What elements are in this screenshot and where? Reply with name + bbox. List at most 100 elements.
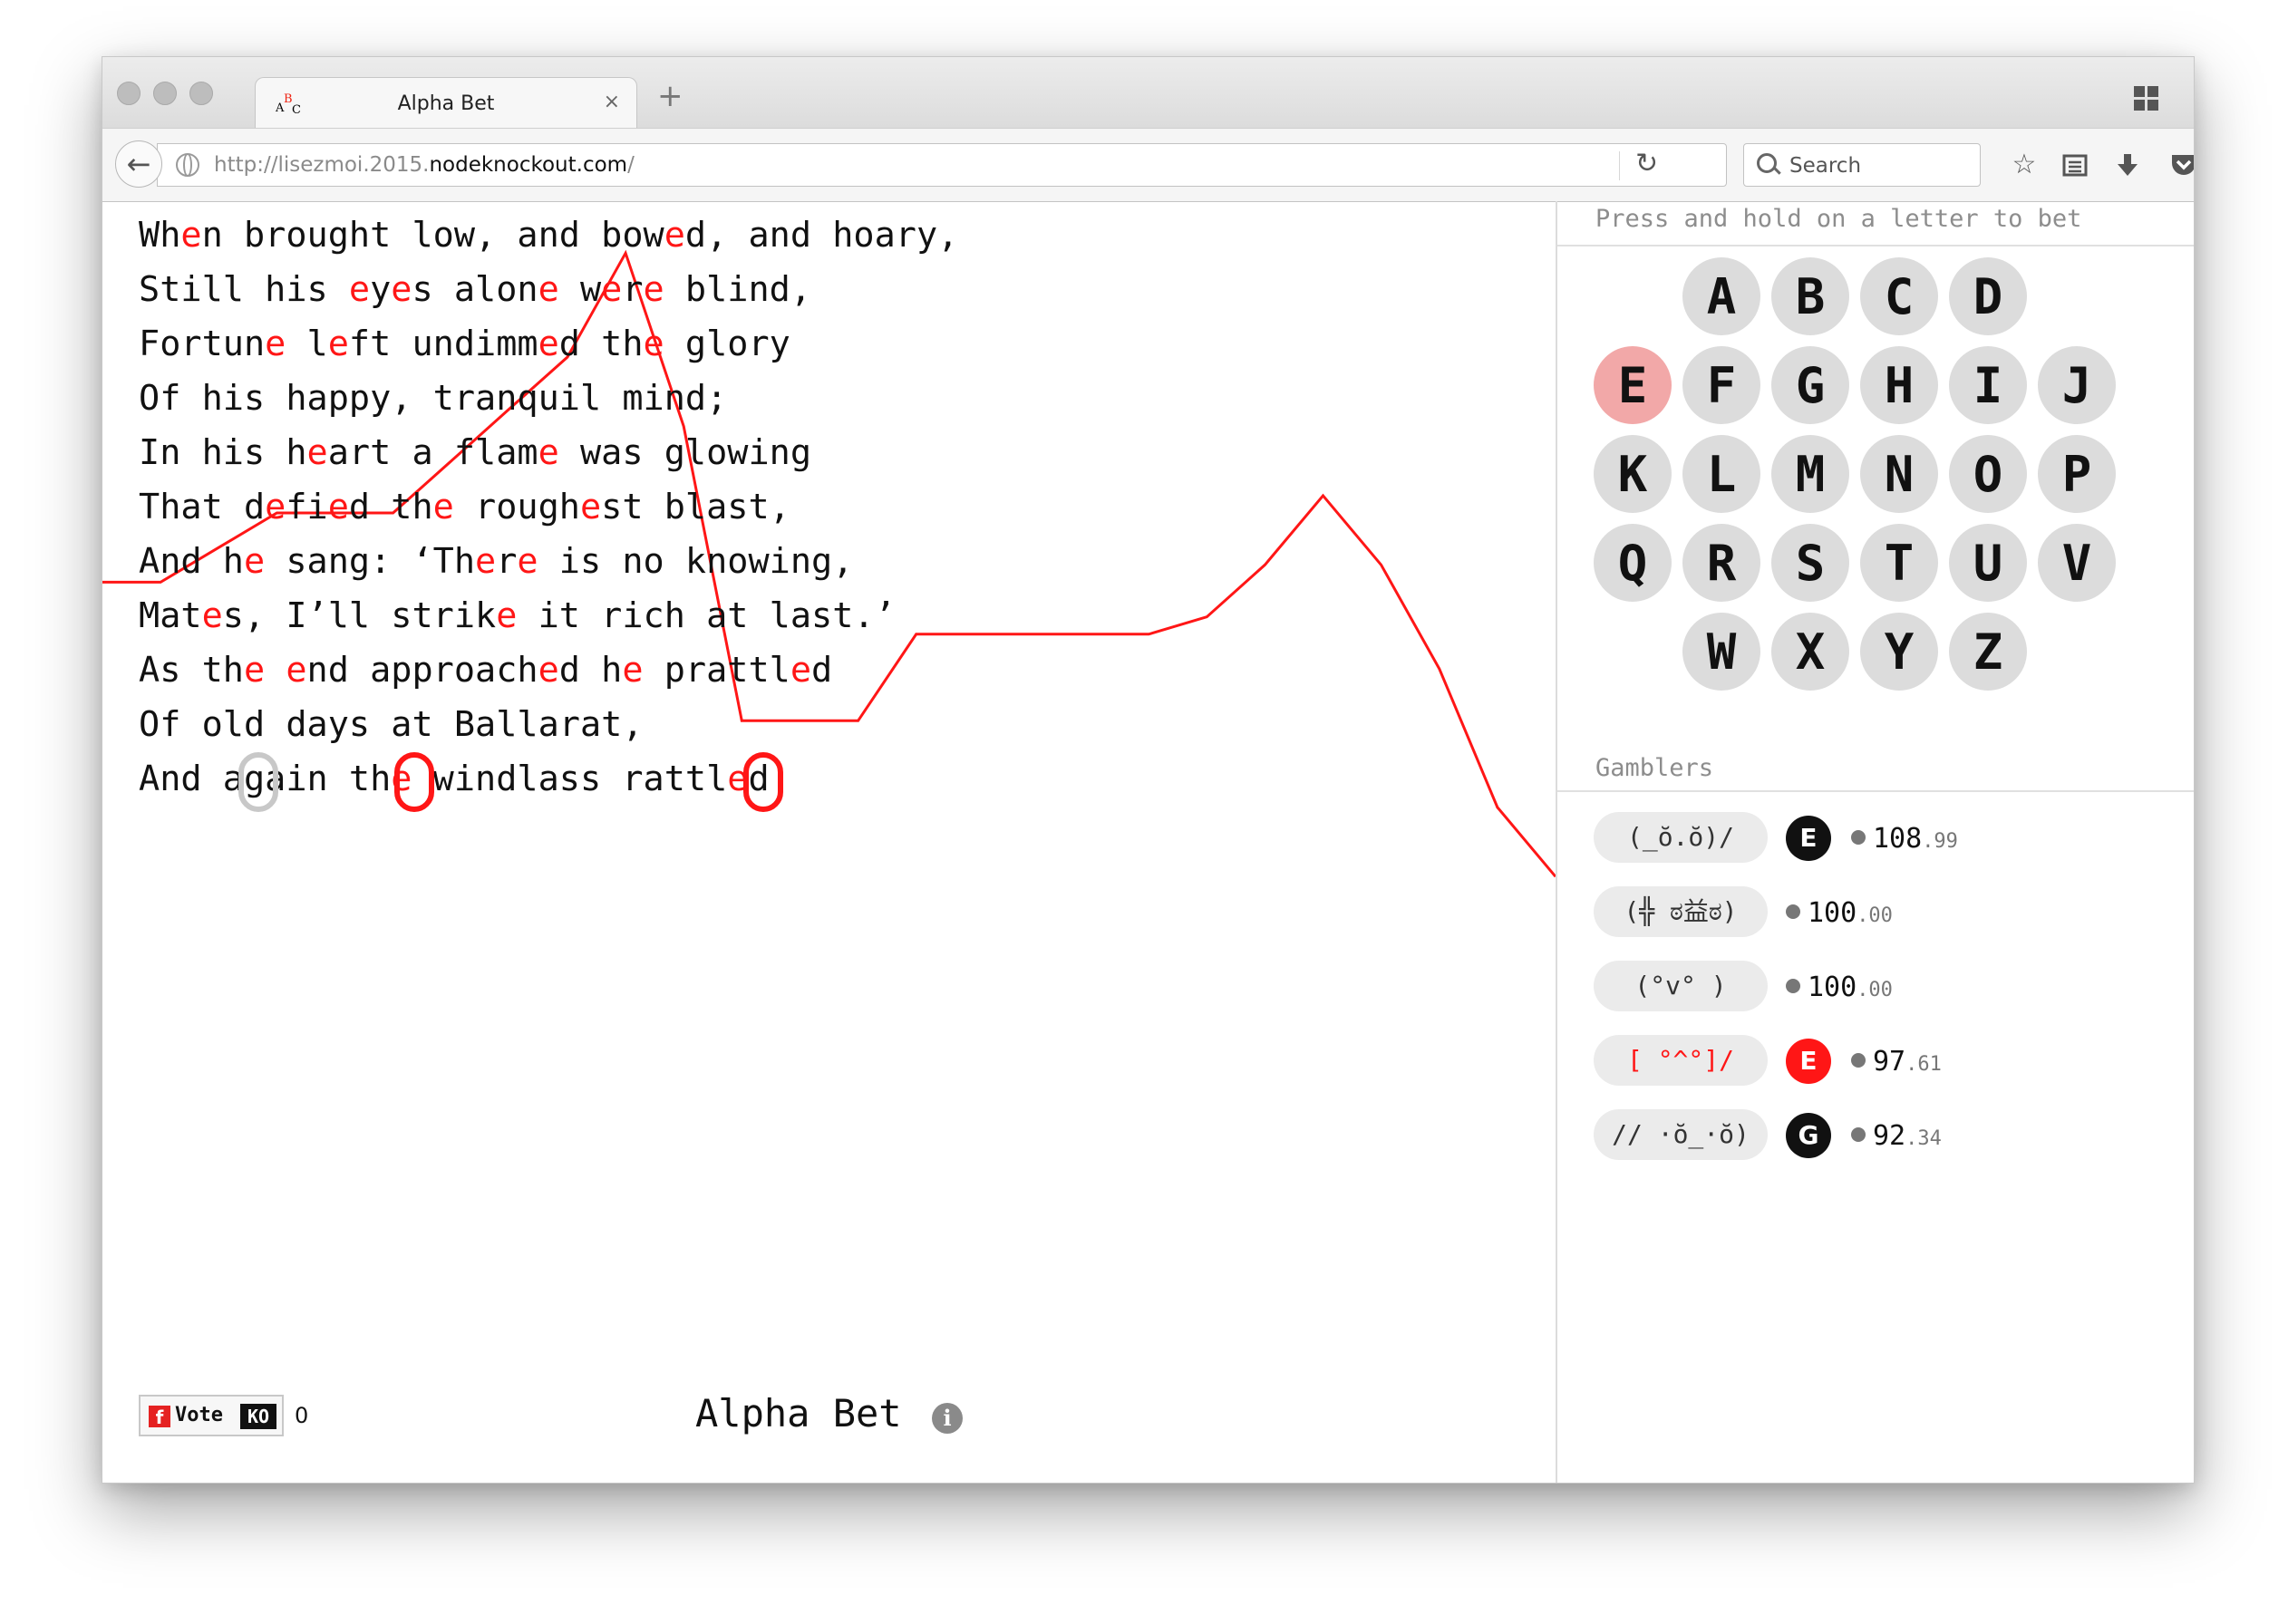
letter-button-f[interactable]: F bbox=[1682, 346, 1760, 424]
score-decimals: .00 bbox=[1857, 904, 1893, 927]
page-content: When brought low, and bowed, and hoary, S… bbox=[102, 201, 2194, 1483]
bookmark-star-icon[interactable]: ☆ bbox=[2006, 145, 2042, 185]
score-integer: 100 bbox=[1808, 972, 1857, 1003]
ko-badge: KO bbox=[240, 1404, 276, 1429]
coin-icon bbox=[1786, 979, 1800, 993]
facebook-icon: f bbox=[149, 1406, 170, 1428]
coin-icon bbox=[1851, 830, 1866, 845]
letter-button-j[interactable]: J bbox=[2038, 346, 2116, 424]
letter-button-x[interactable]: X bbox=[1771, 613, 1849, 691]
score-decimals: .99 bbox=[1922, 830, 1958, 853]
search-input[interactable]: Search bbox=[1743, 143, 1981, 187]
letter-button-h[interactable]: H bbox=[1860, 346, 1938, 424]
match-ring bbox=[743, 752, 783, 812]
gambler-avatar: (°v° ) bbox=[1594, 961, 1768, 1011]
letter-button-k[interactable]: K bbox=[1594, 435, 1672, 513]
gambler-bet-badge: G bbox=[1786, 1113, 1831, 1158]
gambler-avatar: (╬ ಠ益ಠ) bbox=[1594, 886, 1768, 937]
letter-button-s[interactable]: S bbox=[1771, 524, 1849, 602]
letter-button-g[interactable]: G bbox=[1771, 346, 1849, 424]
gamblers-title: Gamblers bbox=[1557, 745, 2194, 792]
zoom-window-button[interactable] bbox=[189, 82, 213, 105]
poem-line: As the end approached he prattled bbox=[139, 650, 833, 691]
letter-button-b[interactable]: B bbox=[1771, 257, 1849, 335]
navigation-bar: http://lisezmoi.2015.nodeknockout.com/ ↻… bbox=[102, 128, 2194, 202]
match-ring bbox=[394, 752, 434, 812]
gambler-score: 100.00 bbox=[1786, 972, 1893, 1003]
letter-button-i[interactable]: I bbox=[1949, 346, 2027, 424]
url-bar[interactable]: http://lisezmoi.2015.nodeknockout.com/ ↻ bbox=[157, 143, 1727, 187]
letter-button-o[interactable]: O bbox=[1949, 435, 2027, 513]
gambler-row: // ·ŏ_·ŏ) G 92.34 bbox=[1594, 1109, 2174, 1164]
poem-pane: When brought low, and bowed, and hoary, S… bbox=[102, 201, 1556, 1483]
gambler-avatar: (_ŏ.ŏ)/ bbox=[1594, 812, 1768, 863]
letter-button-y[interactable]: Y bbox=[1860, 613, 1938, 691]
letter-button-z[interactable]: Z bbox=[1949, 613, 2027, 691]
poem-line: In his heart a flame was glowing bbox=[139, 432, 811, 473]
tab-title: Alpha Bet bbox=[397, 92, 495, 115]
gambler-score: 100.00 bbox=[1786, 897, 1893, 929]
poem-line: That defied the roughest blast, bbox=[139, 487, 790, 527]
vote-label: Vote bbox=[175, 1404, 223, 1426]
letter-button-t[interactable]: T bbox=[1860, 524, 1938, 602]
bet-pane: Press and hold on a letter to bet ABCDEF… bbox=[1557, 201, 2194, 1483]
bookmarks-list-icon[interactable] bbox=[2057, 145, 2093, 185]
back-button[interactable]: ← bbox=[115, 140, 162, 188]
gambler-row: (╬ ಠ益ಠ) 100.00 bbox=[1594, 886, 2174, 941]
new-tab-button[interactable]: + bbox=[657, 81, 683, 111]
score-integer: 108 bbox=[1873, 823, 1923, 855]
letter-button-m[interactable]: M bbox=[1771, 435, 1849, 513]
url-text[interactable]: http://lisezmoi.2015.nodeknockout.com/ bbox=[214, 153, 635, 177]
poem-line: Still his eyes alone were blind, bbox=[139, 269, 811, 310]
letter-button-c[interactable]: C bbox=[1860, 257, 1938, 335]
globe-icon bbox=[176, 153, 199, 177]
pocket-icon[interactable] bbox=[2166, 145, 2194, 185]
poem-line: Of his happy, tranquil mind; bbox=[139, 378, 728, 419]
letter-button-u[interactable]: U bbox=[1949, 524, 2027, 602]
vote-ko-button[interactable]: f Vote KO bbox=[139, 1395, 284, 1436]
download-icon[interactable] bbox=[2109, 145, 2146, 185]
poem-line: Fortune left undimmed the glory bbox=[139, 324, 790, 364]
gambler-score: 97.61 bbox=[1851, 1046, 1942, 1078]
gambler-bet-badge: E bbox=[1786, 1039, 1831, 1084]
poem-line: Of old days at Ballarat, bbox=[139, 704, 644, 745]
letter-button-q[interactable]: Q bbox=[1594, 524, 1672, 602]
letter-button-p[interactable]: P bbox=[2038, 435, 2116, 513]
score-decimals: .61 bbox=[1905, 1053, 1942, 1076]
poem-line: Mates, I’ll strike it rich at last.’ bbox=[139, 595, 896, 636]
tab-groups-icon[interactable] bbox=[2134, 86, 2161, 113]
poem-line: And he sang: ‘There is no knowing, bbox=[139, 541, 854, 582]
bet-instructions: Press and hold on a letter to bet bbox=[1557, 201, 2194, 246]
letter-button-l[interactable]: L bbox=[1682, 435, 1760, 513]
minimize-window-button[interactable] bbox=[153, 82, 177, 105]
close-window-button[interactable] bbox=[117, 82, 141, 105]
coin-icon bbox=[1786, 904, 1800, 919]
letter-button-a[interactable]: A bbox=[1682, 257, 1760, 335]
score-integer: 97 bbox=[1873, 1046, 1906, 1078]
letter-button-e[interactable]: E bbox=[1594, 346, 1672, 424]
search-icon bbox=[1757, 153, 1777, 173]
tab-close-icon[interactable]: × bbox=[604, 91, 620, 113]
reload-icon[interactable]: ↻ bbox=[1635, 148, 1658, 179]
gambler-score: 108.99 bbox=[1851, 823, 1958, 855]
info-icon[interactable]: i bbox=[932, 1403, 963, 1434]
coin-icon bbox=[1851, 1053, 1866, 1068]
poem-line: When brought low, and bowed, and hoary, bbox=[139, 215, 959, 256]
gambler-row: (_ŏ.ŏ)/ E 108.99 bbox=[1594, 812, 2174, 866]
tab-alpha-bet[interactable]: A B C Alpha Bet × bbox=[255, 77, 637, 130]
letter-button-w[interactable]: W bbox=[1682, 613, 1760, 691]
browser-window: A B C Alpha Bet × + http://lisezmoi.2015… bbox=[102, 56, 2195, 1484]
letter-button-d[interactable]: D bbox=[1949, 257, 2027, 335]
url-separator bbox=[1619, 151, 1620, 180]
letter-button-n[interactable]: N bbox=[1860, 435, 1938, 513]
gambler-row: (°v° ) 100.00 bbox=[1594, 961, 2174, 1015]
vote-count: 0 bbox=[295, 1403, 309, 1428]
gambler-row: [ °^°]/ E 97.61 bbox=[1594, 1035, 2174, 1089]
coin-icon bbox=[1851, 1127, 1866, 1142]
score-decimals: .00 bbox=[1857, 979, 1893, 1001]
gambler-avatar: [ °^°]/ bbox=[1594, 1035, 1768, 1086]
letter-button-v[interactable]: V bbox=[2038, 524, 2116, 602]
letter-button-r[interactable]: R bbox=[1682, 524, 1760, 602]
score-integer: 92 bbox=[1873, 1120, 1906, 1152]
gambler-score: 92.34 bbox=[1851, 1120, 1942, 1152]
